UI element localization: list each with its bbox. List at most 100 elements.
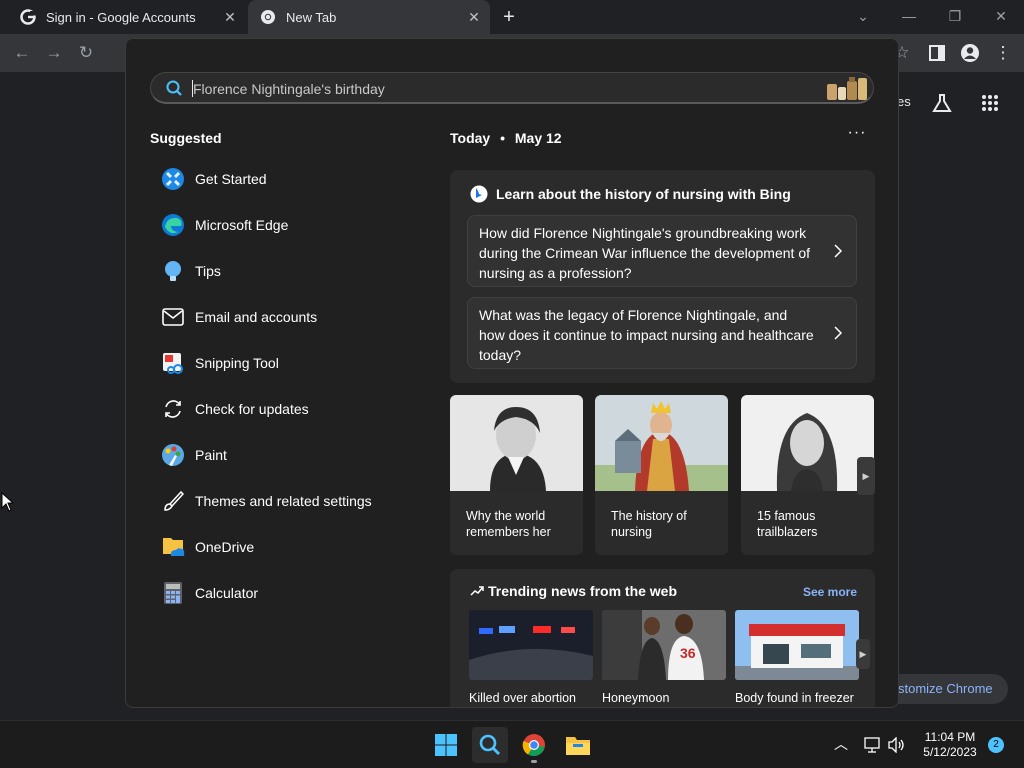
network-icon[interactable] — [864, 737, 882, 753]
running-indicator — [531, 760, 537, 763]
tab-title: Sign in - Google Accounts — [46, 9, 196, 25]
tiles-next-button[interactable]: ▶ — [857, 457, 875, 495]
search-box[interactable] — [150, 72, 874, 104]
restore-icon[interactable]: ❐ — [943, 5, 967, 27]
suggested-item-paint[interactable]: Paint — [150, 437, 410, 473]
suggested-item-get-started[interactable]: Get Started — [150, 161, 410, 197]
tab-google-accounts[interactable]: Sign in - Google Accounts ✕ — [8, 0, 246, 34]
restaurant-building-image — [735, 610, 859, 680]
bing-card-title: Learn about the history of nursing with … — [496, 186, 791, 202]
suggested-item-calculator[interactable]: Calculator — [150, 575, 410, 611]
google-g-icon — [20, 9, 36, 25]
clock-time: 11:04 PM — [924, 730, 976, 744]
tab-search-icon[interactable]: ⌄ — [851, 5, 875, 27]
bing-question-1[interactable]: How did Florence Nightingale's groundbre… — [467, 215, 857, 287]
tips-icon — [165, 261, 181, 281]
news-next-button[interactable]: ▶ — [856, 639, 870, 669]
windows-logo-icon — [435, 734, 457, 756]
today-date: May 12 — [514, 130, 562, 146]
edge-icon — [162, 214, 184, 236]
apps-grid-icon[interactable] — [981, 94, 999, 112]
news-item-abortion[interactable]: Killed over abortion — [469, 610, 593, 705]
folder-icon — [566, 737, 590, 755]
clock-date: 5/12/2023 — [923, 745, 977, 759]
search-taskbar-button[interactable] — [472, 727, 508, 763]
paint-icon — [162, 444, 184, 466]
chrome-taskbar-button[interactable] — [516, 727, 552, 763]
suggested-item-snipping-tool[interactable]: Snipping Tool — [150, 345, 410, 381]
trending-arrow-icon — [470, 586, 484, 596]
start-button[interactable] — [428, 727, 464, 763]
bing-question-2[interactable]: What was the legacy of Florence Nighting… — [467, 297, 857, 369]
windows-search-flyout: Suggested Get Started Microsoft Edge Tip… — [125, 38, 899, 708]
today-separator: • — [500, 130, 505, 146]
suggested-item-tips[interactable]: Tips — [150, 253, 410, 289]
suggested-item-edge[interactable]: Microsoft Edge — [150, 207, 410, 243]
mail-icon — [162, 308, 184, 326]
get-started-icon — [162, 168, 184, 190]
chrome-menu-icon[interactable]: ⋮ — [991, 42, 1015, 64]
reload-icon[interactable]: ↻ — [74, 42, 98, 64]
tab-new-tab[interactable]: New Tab ✕ — [248, 0, 490, 34]
historical-illustration-image — [595, 395, 728, 491]
svg-text:36: 36 — [680, 645, 696, 661]
customize-chrome-button[interactable]: stomize Chrome — [880, 674, 1008, 704]
suggested-item-onedrive[interactable]: OneDrive — [150, 529, 410, 565]
bing-learn-card: Learn about the history of nursing with … — [450, 170, 875, 383]
tile-history-of-nursing[interactable]: The history of nursing — [595, 395, 728, 555]
tile-caption: The history of nursing — [611, 509, 687, 539]
taskbar-clock[interactable]: 11:04 PM 5/12/2023 — [912, 730, 988, 760]
news-caption: Body found in freezer — [735, 691, 854, 705]
calculator-icon — [164, 582, 182, 604]
onedrive-icon — [163, 538, 185, 556]
snipping-tool-icon — [163, 353, 183, 374]
refresh-icon — [165, 400, 181, 418]
volume-icon[interactable] — [888, 737, 906, 753]
new-tab-button[interactable]: + — [499, 7, 519, 27]
trending-news-card: Trending news from the web See more Kill… — [450, 569, 875, 707]
tile-famous-trailblazers[interactable]: 15 famous trailblazers — [741, 395, 874, 555]
tile-caption: Why the world remembers her — [466, 509, 551, 539]
suggested-item-check-updates[interactable]: Check for updates — [150, 391, 410, 427]
notification-badge[interactable]: 2 — [988, 737, 1004, 753]
chrome-icon — [522, 734, 545, 757]
see-more-link[interactable]: See more — [803, 585, 857, 599]
search-highlight-doodle-icon[interactable] — [823, 74, 871, 102]
forward-icon[interactable]: → — [42, 42, 66, 64]
more-options-button[interactable]: ··· — [846, 125, 868, 147]
labs-flask-icon[interactable] — [931, 92, 953, 114]
search-input[interactable] — [193, 77, 793, 101]
show-hidden-icons-chevron-up-icon[interactable]: ︿ — [834, 734, 848, 754]
close-window-icon[interactable]: ✕ — [989, 5, 1013, 27]
close-tab-icon[interactable]: ✕ — [222, 9, 238, 25]
today-header: Today • May 12 — [450, 130, 562, 146]
side-panel-icon[interactable] — [929, 45, 945, 61]
search-icon — [166, 80, 182, 96]
police-lights-image — [469, 610, 593, 680]
profile-avatar-icon[interactable] — [960, 43, 980, 63]
back-icon[interactable]: ← — [10, 42, 34, 64]
news-item-freezer[interactable]: Body found in freezer — [735, 610, 859, 705]
tile-caption: 15 famous trailblazers — [757, 509, 818, 539]
suggested-item-themes[interactable]: Themes and related settings — [150, 483, 410, 519]
chevron-right-icon — [834, 326, 843, 340]
athletes-image: 36 — [602, 610, 726, 680]
bing-card-header: Learn about the history of nursing with … — [470, 185, 791, 203]
minimize-icon[interactable]: — — [897, 5, 921, 27]
portrait-image — [450, 395, 583, 491]
page-link-partial[interactable]: es — [897, 94, 911, 109]
news-item-honeymoon[interactable]: 36 Honeymoon — [602, 610, 726, 705]
suggested-item-email[interactable]: Email and accounts — [150, 299, 410, 335]
windows-taskbar: ︿ 11:04 PM 5/12/2023 2 — [0, 720, 1024, 768]
chrome-icon — [261, 10, 275, 24]
trending-header: Trending news from the web — [470, 583, 677, 599]
file-explorer-taskbar-button[interactable] — [560, 727, 596, 763]
tile-why-world-remembers[interactable]: Why the world remembers her — [450, 395, 583, 555]
suggested-title: Suggested — [150, 130, 222, 146]
search-icon — [479, 734, 501, 756]
tab-title: New Tab — [286, 9, 337, 25]
browser-tab-strip: Sign in - Google Accounts ✕ New Tab ✕ + … — [0, 0, 1024, 34]
close-tab-icon[interactable]: ✕ — [466, 9, 482, 25]
trending-title: Trending news from the web — [488, 583, 678, 599]
brush-icon — [164, 490, 184, 511]
